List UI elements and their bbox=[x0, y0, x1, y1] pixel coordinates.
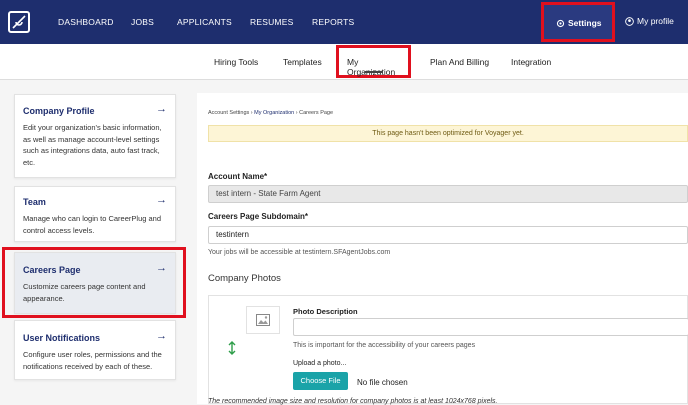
card-team[interactable]: Team → Manage who can login to CareerPlu… bbox=[14, 186, 176, 242]
nav-dashboard[interactable]: DASHBOARD bbox=[58, 17, 114, 27]
tab-integration[interactable]: Integration bbox=[511, 57, 551, 67]
gear-icon bbox=[556, 19, 565, 28]
banner-text: This page hasn't been optimized for Voya… bbox=[372, 130, 524, 137]
breadcrumb: Account Settings › My Organization › Car… bbox=[208, 110, 333, 116]
nav-resumes[interactable]: RESUMES bbox=[250, 17, 293, 27]
my-profile-label: My profile bbox=[637, 16, 674, 26]
card-title: Company Profile bbox=[23, 106, 95, 116]
tab-plan-and-billing[interactable]: Plan And Billing bbox=[430, 57, 489, 67]
account-name-field: test intern - State Farm Agent bbox=[208, 185, 688, 203]
voyager-warning-banner: This page hasn't been optimized for Voya… bbox=[208, 125, 688, 142]
user-circle-icon bbox=[625, 17, 634, 26]
my-profile-link[interactable]: My profile bbox=[625, 16, 674, 26]
arrow-right-icon: → bbox=[156, 330, 167, 342]
card-description: Edit your organization's basic informati… bbox=[23, 123, 162, 167]
settings-label: Settings bbox=[568, 18, 602, 28]
tab-my-organization-label: My Organization bbox=[347, 57, 395, 77]
tab-hiring-tools[interactable]: Hiring Tools bbox=[214, 57, 258, 67]
crumb-account-settings[interactable]: Account Settings bbox=[208, 110, 249, 116]
upload-photo-label: Upload a photo... bbox=[293, 360, 347, 367]
careerplug-logo-icon[interactable] bbox=[8, 11, 30, 33]
card-company-profile[interactable]: Company Profile → Edit your organization… bbox=[14, 94, 176, 178]
tab-my-organization[interactable]: My Organization bbox=[336, 45, 411, 78]
no-file-chosen-text: No file chosen bbox=[357, 378, 408, 387]
drag-handle-icon[interactable] bbox=[228, 341, 236, 355]
photo-upload-card: Photo Description This is important for … bbox=[208, 295, 688, 404]
active-tab-underline bbox=[365, 71, 383, 73]
photo-thumbnail bbox=[246, 306, 280, 334]
settings-button[interactable]: Settings bbox=[541, 2, 615, 42]
careers-page-highlight bbox=[2, 247, 186, 318]
careers-page-panel: Account Settings › My Organization › Car… bbox=[197, 93, 688, 405]
photo-description-hint: This is important for the accessibility … bbox=[293, 342, 476, 349]
subdomain-hint: Your jobs will be accessible at testinte… bbox=[208, 249, 391, 256]
top-navigation: DASHBOARD JOBS APPLICANTS RESUMES REPORT… bbox=[0, 0, 688, 44]
image-icon bbox=[256, 314, 270, 326]
subdomain-label: Careers Page Subdomain* bbox=[208, 212, 309, 221]
nav-jobs[interactable]: JOBS bbox=[131, 17, 154, 27]
company-photos-title: Company Photos bbox=[208, 273, 281, 284]
tab-templates[interactable]: Templates bbox=[283, 57, 322, 67]
card-description: Configure user roles, permissions and th… bbox=[23, 350, 162, 371]
photo-description-label: Photo Description bbox=[293, 307, 358, 316]
card-title: Team bbox=[23, 197, 46, 207]
card-description: Manage who can login to CareerPlug and c… bbox=[23, 214, 162, 235]
subdomain-field[interactable]: testintern bbox=[208, 226, 688, 244]
nav-applicants[interactable]: APPLICANTS bbox=[177, 17, 232, 27]
card-user-notifications[interactable]: User Notifications → Configure user role… bbox=[14, 320, 176, 380]
arrow-right-icon: → bbox=[156, 194, 167, 206]
crumb-careers-page: Careers Page bbox=[299, 110, 334, 116]
choose-file-button[interactable]: Choose File bbox=[293, 372, 348, 390]
card-title: User Notifications bbox=[23, 333, 101, 343]
arrow-right-icon: → bbox=[156, 103, 167, 115]
settings-subnav: Hiring Tools Templates My Organization P… bbox=[0, 44, 688, 80]
account-name-label: Account Name* bbox=[208, 172, 268, 181]
crumb-my-organization[interactable]: My Organization bbox=[254, 110, 294, 116]
settings-button-content: Settings bbox=[556, 18, 602, 28]
photo-description-input[interactable] bbox=[293, 318, 688, 336]
nav-reports[interactable]: REPORTS bbox=[312, 17, 354, 27]
